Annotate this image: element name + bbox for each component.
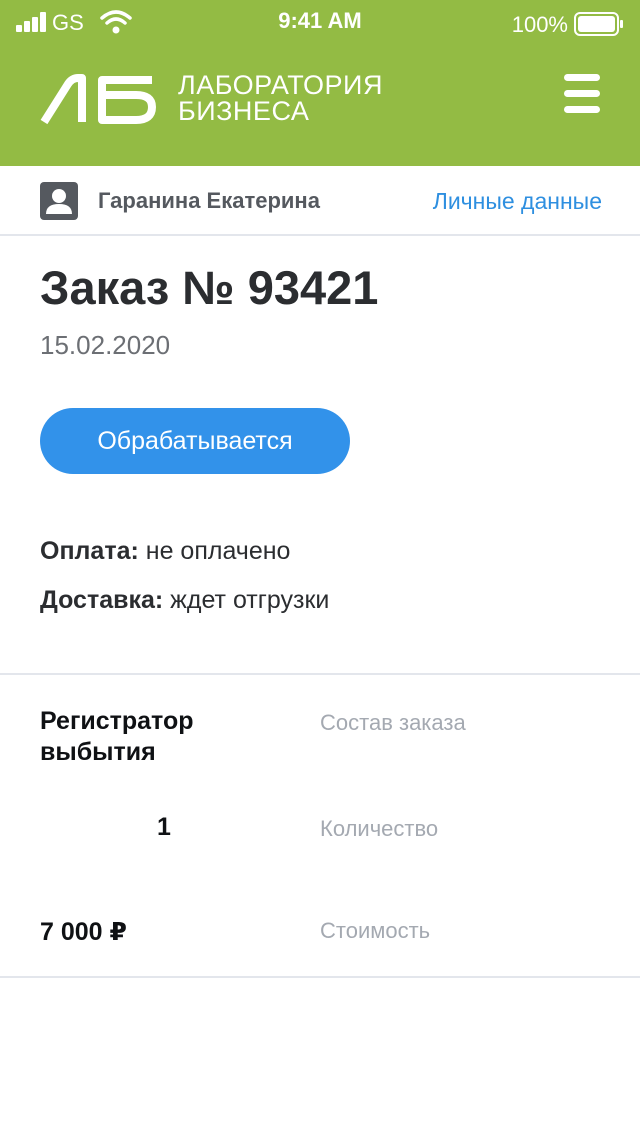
user-bar: Гаранина Екатерина Личные данные: [0, 166, 640, 236]
quantity-label: Количество: [320, 816, 439, 841]
app-header: GS 9:41 AM 100% ЛАБОРАТОРИЯ БИЗНЕСА: [0, 0, 640, 166]
logo-wordmark: ЛАБОРАТОРИЯ БИЗНЕСА: [178, 70, 383, 126]
battery-percentage: 100%: [511, 12, 568, 37]
order-screen: GS 9:41 AM 100% ЛАБОРАТОРИЯ БИЗНЕСА Гара…: [0, 0, 640, 1136]
logo-line-1: ЛАБОРАТОРИЯ: [178, 70, 383, 100]
product-label: Состав заказа: [320, 710, 466, 735]
order-title: Заказ № 93421: [40, 261, 379, 314]
battery-icon: [574, 12, 623, 36]
delivery-label: Доставка:: [40, 586, 164, 614]
payment-label: Оплата:: [40, 537, 139, 565]
quantity-value: 1: [157, 813, 171, 841]
product-name: Регистратор выбытия: [40, 707, 194, 766]
price-label: Стоимость: [320, 918, 431, 943]
personal-data-link[interactable]: Личные данные: [433, 188, 602, 214]
payment-status: Оплата: не оплачено: [40, 536, 290, 566]
logo-line-2: БИЗНЕСА: [178, 96, 310, 126]
order-date: 15.02.2020: [40, 330, 171, 360]
logo-mark-icon: [40, 74, 156, 125]
hamburger-menu-icon[interactable]: [564, 74, 602, 114]
delivery-status: Доставка: ждет отгрузки: [40, 585, 329, 615]
delivery-value: ждет отгрузки: [170, 586, 330, 614]
section-divider: [0, 673, 640, 675]
status-bar: GS 9:41 AM 100%: [0, 0, 640, 44]
section-divider-bottom: [0, 976, 640, 978]
order-status-button[interactable]: Обрабатывается: [40, 408, 350, 474]
user-name: Гаранина Екатерина: [98, 188, 320, 213]
user-avatar-icon: [40, 182, 78, 220]
price-value: 7 000 ₽: [40, 918, 127, 946]
payment-value: не оплачено: [145, 537, 291, 565]
